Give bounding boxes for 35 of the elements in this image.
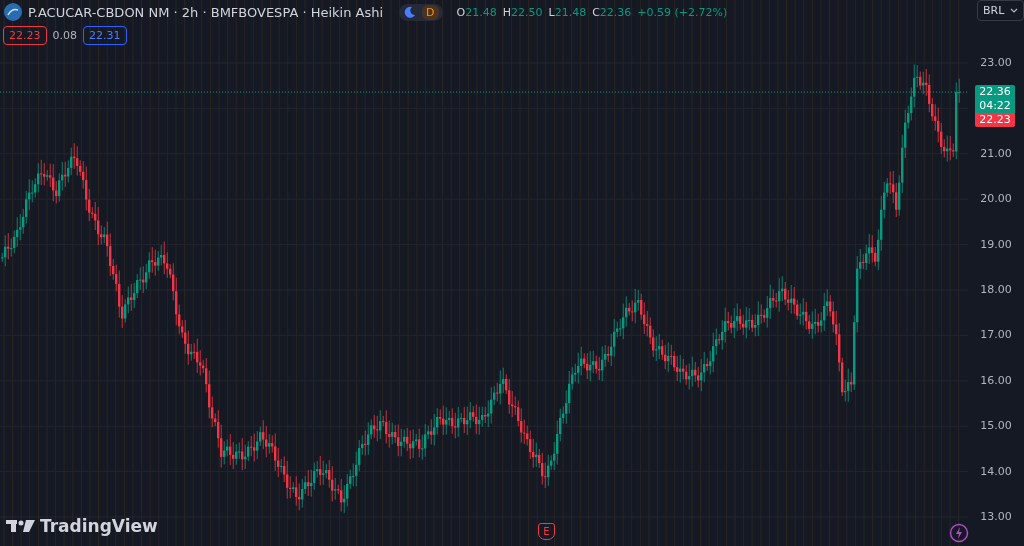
ohlc-label: C: [592, 5, 600, 19]
ohlc-value: 22.50: [511, 5, 543, 19]
ohlc-value: 22.36: [599, 5, 632, 19]
tradingview-logo-icon: [6, 518, 36, 534]
price-axis-label: 17.00: [980, 327, 1012, 344]
price-axis-label: 15.00: [980, 418, 1012, 435]
last-price: 22.36: [978, 85, 1012, 100]
caret-icon: [1010, 7, 1019, 14]
price-axis-label: 23.00: [980, 55, 1012, 71]
price-axis-label: 13.00: [980, 508, 1012, 525]
buy-button[interactable]: 22.31: [83, 26, 127, 45]
sell-button[interactable]: 22.23: [3, 26, 47, 45]
price-change: +0.59 (+2.72%): [637, 5, 728, 19]
symbol-logo-icon: [4, 3, 22, 21]
bid-price-label: 22.23: [975, 113, 1015, 128]
price-axis-label: 14.00: [980, 463, 1012, 480]
ohlc-label: O: [456, 5, 466, 19]
ohlc-label: H: [502, 5, 512, 19]
price-axis-label: 21.00: [980, 145, 1012, 162]
ohlc-label: L: [548, 5, 555, 19]
price-axis-label: 20.00: [980, 191, 1012, 208]
price-axis-label: 16.00: [980, 372, 1012, 389]
moon-icon[interactable]: [403, 5, 418, 19]
bar-countdown: 04:22: [978, 99, 1012, 114]
day-session-badge[interactable]: D: [422, 4, 439, 20]
lightning-icon[interactable]: [949, 523, 969, 543]
spread-value: 0.08: [52, 29, 77, 42]
earnings-marker[interactable]: E: [538, 523, 555, 540]
currency-selector[interactable]: BRL: [977, 0, 1024, 21]
symbol-title: P.ACUCAR-CBDON NM · 2h · BMFBOVESPA · Heikin Ashi: [28, 4, 384, 20]
brand-name: TradingView: [40, 516, 158, 536]
ohlc-value: 21.48: [554, 5, 587, 19]
price-axis-label: 18.00: [980, 281, 1012, 298]
ohlc-value: 21.48: [465, 5, 497, 19]
price-axis-label: 19.00: [980, 236, 1012, 253]
